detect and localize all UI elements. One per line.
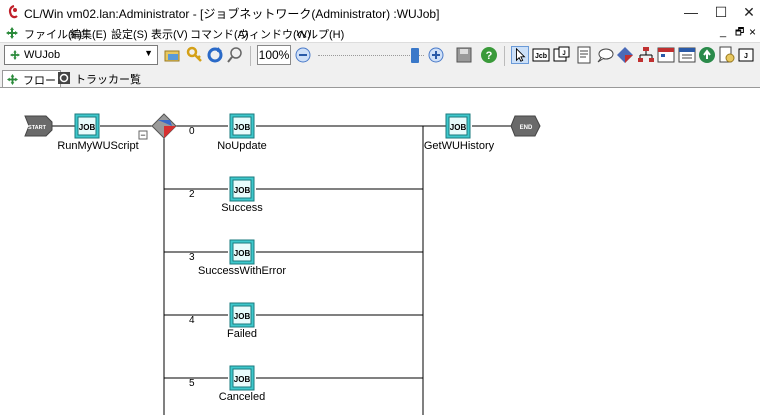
tab-tracker-list[interactable]: トラッカー覧 <box>55 70 145 87</box>
calendar-tool-icon[interactable] <box>657 46 675 64</box>
end-label: END <box>520 125 533 131</box>
comment-tool-icon[interactable] <box>596 46 614 64</box>
run-tool-icon[interactable] <box>698 46 716 64</box>
folder-open-icon[interactable] <box>164 46 182 64</box>
node-label-noupdate: NoUpdate <box>217 140 267 152</box>
view-tabs: フロー トラッカー覧 <box>0 68 760 88</box>
menu-view[interactable]: 表示(V) <box>151 26 188 42</box>
tab-tracker-list-label: トラッカー覧 <box>75 74 141 86</box>
chevron-down-icon: ▼ <box>144 48 153 58</box>
job-tool-icon[interactable]: Jcb <box>532 46 550 64</box>
flow-canvas[interactable]: START END − JOB JOB JOB JOB JOB JOB JOB RunMyW… <box>0 89 760 415</box>
menu-settings[interactable]: 設定(S) <box>111 26 148 42</box>
zoom-input[interactable]: 100% <box>257 45 291 65</box>
start-node[interactable]: START <box>24 115 53 137</box>
title-bar: CL/Win vm02.lan:Administrator - [ジョブネットワ… <box>0 0 760 24</box>
maximize-button[interactable]: ☐ <box>706 2 736 22</box>
zoom-out-icon[interactable] <box>294 46 312 64</box>
key-icon[interactable] <box>186 46 204 64</box>
schedule-tool-icon[interactable] <box>678 46 696 64</box>
svg-text:J: J <box>562 51 565 57</box>
zoom-in-icon[interactable] <box>427 46 445 64</box>
job-select-value: WUJob <box>24 49 61 61</box>
branch-tool-icon[interactable] <box>616 46 634 64</box>
job-icon-text: JOB <box>234 312 251 321</box>
node-label-canceled: Canceled <box>218 391 266 403</box>
move-icon <box>10 50 20 60</box>
flow-diagram: START END − JOB JOB JOB JOB JOB JOB JOB <box>24 113 541 415</box>
save-icon[interactable] <box>455 46 473 64</box>
job-node-noupdate[interactable]: JOB <box>229 113 255 139</box>
branch-number: 4 <box>189 315 195 326</box>
toolbar-separator <box>504 46 505 66</box>
job-node-failed[interactable]: JOB <box>229 302 255 328</box>
hierarchy-tool-icon[interactable] <box>637 46 655 64</box>
app-icon <box>8 5 18 19</box>
toolbar-separator <box>250 46 251 66</box>
move-icon[interactable] <box>6 27 18 39</box>
job-node-canceled[interactable]: JOB <box>229 365 255 391</box>
job-node-getwuhistory[interactable]: JOB <box>445 113 471 139</box>
menu-bar: ファイル(F) 編集(E) 設定(S) 表示(V) コマンド(A) ウィンドウ(… <box>0 24 760 42</box>
zoom-slider-track[interactable] <box>318 55 424 56</box>
close-button[interactable]: ✕ <box>734 2 760 22</box>
export-tool-icon[interactable] <box>718 46 736 64</box>
document-tool-icon[interactable] <box>575 46 593 64</box>
branch-number: 2 <box>189 189 195 200</box>
job-icon-text: JOB <box>234 123 251 132</box>
job-icon-text: JOB <box>234 249 251 258</box>
window-title: CL/Win vm02.lan:Administrator - [ジョブネットワ… <box>24 7 440 21</box>
doc-restore-button[interactable]: 🗗 <box>735 25 744 42</box>
job-node-successwitherror[interactable]: JOB <box>229 239 255 265</box>
subjob-tool-icon[interactable]: J <box>553 46 571 64</box>
branch-node[interactable] <box>151 113 177 139</box>
doc-minimize-button[interactable]: _ <box>720 26 726 38</box>
job-icon-text: JOB <box>450 123 467 132</box>
branch-number: 5 <box>189 378 195 389</box>
pointer-tool-icon[interactable] <box>511 46 529 64</box>
tab-flow-label: フロー <box>23 75 56 87</box>
refresh-icon[interactable] <box>206 46 224 64</box>
branch-number: 3 <box>189 252 195 263</box>
minimize-button[interactable]: — <box>676 2 706 22</box>
job-icon-text: JOB <box>234 375 251 384</box>
menu-help[interactable]: ヘルプ(H) <box>296 26 344 42</box>
toolbar: WUJob ▼ 100% ? Jcb J J <box>0 42 760 68</box>
collapse-symbol: − <box>140 130 145 140</box>
end-node[interactable]: END <box>510 115 541 137</box>
svg-text:?: ? <box>486 50 493 62</box>
start-label: START <box>28 125 47 131</box>
node-label-success: Success <box>221 202 263 214</box>
tab-flow[interactable]: フロー <box>2 70 61 87</box>
job-icon-text: JOB <box>79 123 96 132</box>
menu-edit[interactable]: 編集(E) <box>70 26 107 42</box>
job-icon-text: JOB <box>234 186 251 195</box>
node-label-successwitherror: SuccessWithError <box>197 265 287 277</box>
job-node-success[interactable]: JOB <box>229 176 255 202</box>
svg-text:J: J <box>744 53 748 60</box>
job-node-runmywuscript[interactable]: JOB <box>74 113 100 139</box>
doc-close-button[interactable]: × <box>749 25 756 39</box>
job-script-tool-icon[interactable]: J <box>738 46 756 64</box>
search-icon[interactable] <box>226 46 244 64</box>
node-label-runmywuscript: RunMyWUScript <box>57 140 139 152</box>
job-select[interactable]: WUJob ▼ <box>4 45 158 65</box>
node-label-getwuhistory: GetWUHistory <box>423 140 495 152</box>
help-icon[interactable]: ? <box>480 46 498 64</box>
svg-text:Jcb: Jcb <box>535 53 547 60</box>
branch-number: 0 <box>189 126 195 137</box>
tracker-icon <box>58 72 70 84</box>
zoom-slider-thumb[interactable] <box>411 48 419 63</box>
move-icon <box>7 74 18 85</box>
node-label-failed: Failed <box>227 328 257 340</box>
